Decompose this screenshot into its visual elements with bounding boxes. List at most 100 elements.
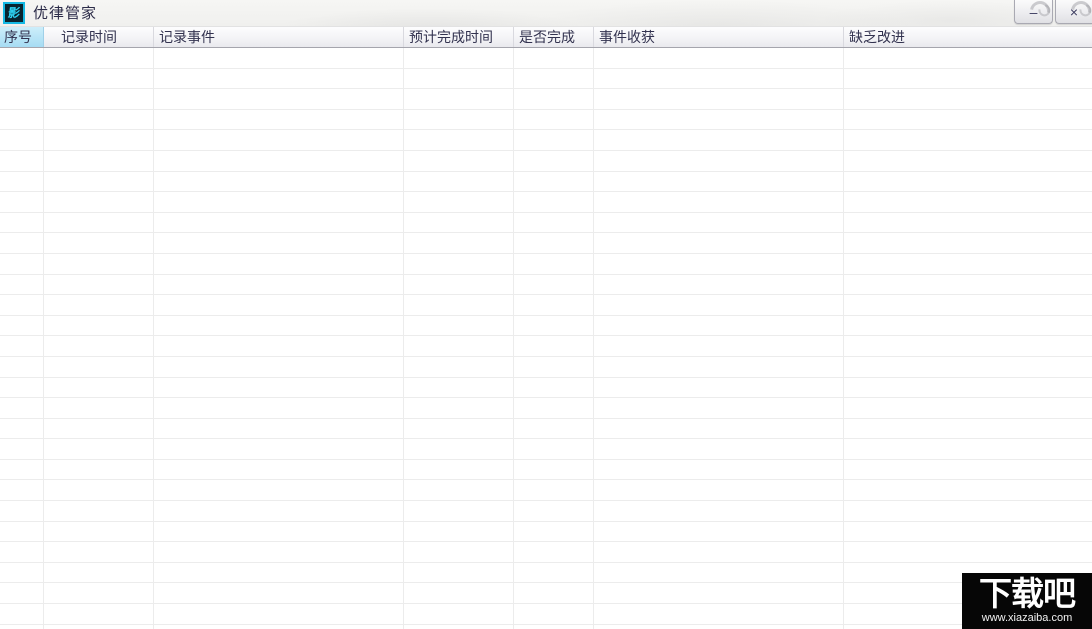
- table-cell: [44, 377, 154, 398]
- table-cell: [404, 377, 514, 398]
- table-cell: [404, 542, 514, 562]
- column-header-2[interactable]: 记录事件: [154, 27, 404, 47]
- table-cell: [594, 315, 844, 336]
- table-row[interactable]: [0, 624, 1092, 629]
- table-cell: [404, 89, 514, 109]
- table-cell: [154, 521, 404, 542]
- table-cell: [44, 253, 154, 274]
- table-cell: [154, 377, 404, 398]
- table-row[interactable]: [0, 171, 1092, 193]
- table-row[interactable]: [0, 562, 1092, 584]
- minimize-button[interactable]: –: [1014, 0, 1053, 24]
- table-cell: [844, 192, 1092, 212]
- table-cell: [154, 398, 404, 418]
- table-cell: [0, 583, 44, 604]
- app-window: 影 优律管家 – × 序号 记录时间 记录事件 预计完成时间 是否完成 事件收获 缺乏改进 …: [0, 0, 1092, 629]
- table-cell: [404, 501, 514, 521]
- table-cell: [0, 377, 44, 398]
- table-cell: [594, 89, 844, 109]
- table-cell: [844, 316, 1092, 336]
- table-row[interactable]: [0, 398, 1092, 419]
- table-row[interactable]: [0, 192, 1092, 213]
- table-row[interactable]: [0, 521, 1092, 543]
- table-row[interactable]: [0, 583, 1092, 605]
- table-cell: [594, 130, 844, 150]
- watermark-url: www.xiazaiba.com: [981, 612, 1073, 624]
- column-header-6[interactable]: 缺乏改进: [844, 27, 1092, 47]
- table-cell: [514, 89, 594, 109]
- table-row[interactable]: [0, 336, 1092, 357]
- table-cell: [404, 459, 514, 480]
- table-cell: [44, 624, 154, 629]
- table-cell: [844, 357, 1092, 377]
- table-row[interactable]: [0, 89, 1092, 110]
- table-row[interactable]: [0, 377, 1092, 399]
- table-row[interactable]: [0, 459, 1092, 481]
- table-row[interactable]: [0, 68, 1092, 90]
- table-cell: [514, 459, 594, 480]
- table-cell: [404, 295, 514, 315]
- app-icon: 影: [3, 2, 25, 24]
- table-cell: [154, 253, 404, 274]
- table-row[interactable]: [0, 295, 1092, 316]
- table-row[interactable]: [0, 439, 1092, 460]
- table-row[interactable]: [0, 233, 1092, 254]
- table-row[interactable]: [0, 130, 1092, 151]
- table-row[interactable]: [0, 315, 1092, 337]
- table-cell: [0, 109, 44, 130]
- column-header-0[interactable]: 序号: [0, 27, 44, 47]
- table-cell: [514, 109, 594, 130]
- table-row[interactable]: [0, 150, 1092, 172]
- close-button[interactable]: ×: [1055, 0, 1092, 24]
- table-cell: [594, 233, 844, 253]
- table-cell: [594, 171, 844, 192]
- table-cell: [154, 212, 404, 233]
- table-cell: [404, 521, 514, 542]
- column-header-5[interactable]: 事件收获: [594, 27, 844, 47]
- table-cell: [844, 254, 1092, 274]
- table-cell: [0, 48, 44, 68]
- table-row[interactable]: [0, 480, 1092, 502]
- table-cell: [0, 274, 44, 295]
- table-row[interactable]: [0, 48, 1092, 69]
- table-cell: [594, 192, 844, 212]
- table-row[interactable]: [0, 604, 1092, 625]
- table-cell: [594, 109, 844, 130]
- watermark-logo: 下载吧: [979, 575, 1076, 612]
- table-cell: [404, 604, 514, 624]
- table-cell: [594, 336, 844, 356]
- table-cell: [514, 604, 594, 624]
- table-cell: [404, 150, 514, 171]
- column-header-4[interactable]: 是否完成: [514, 27, 594, 47]
- table-cell: [514, 398, 594, 418]
- table-cell: [0, 89, 44, 109]
- table-cell: [844, 275, 1092, 295]
- table-cell: [514, 562, 594, 583]
- table-cell: [44, 315, 154, 336]
- table-row[interactable]: [0, 356, 1092, 378]
- table-row[interactable]: [0, 501, 1092, 522]
- table-row[interactable]: [0, 109, 1092, 131]
- table-cell: [594, 624, 844, 629]
- table-row[interactable]: [0, 542, 1092, 563]
- table-row[interactable]: [0, 253, 1092, 275]
- table-cell: [154, 192, 404, 212]
- table-cell: [44, 171, 154, 192]
- table-row[interactable]: [0, 212, 1092, 234]
- table-cell: [844, 48, 1092, 68]
- table-cell: [844, 480, 1092, 500]
- table-cell: [0, 398, 44, 418]
- table-row[interactable]: [0, 274, 1092, 296]
- table-row[interactable]: [0, 418, 1092, 440]
- table-cell: [594, 459, 844, 480]
- table-cell: [514, 233, 594, 253]
- table-cell: [44, 150, 154, 171]
- table-cell: [594, 521, 844, 542]
- column-header-1[interactable]: 记录时间: [44, 27, 154, 47]
- table-cell: [154, 68, 404, 89]
- table-cell: [154, 624, 404, 629]
- table-cell: [514, 439, 594, 459]
- column-header-3[interactable]: 预计完成时间: [404, 27, 514, 47]
- table-cell: [404, 583, 514, 604]
- table-cell: [594, 583, 844, 604]
